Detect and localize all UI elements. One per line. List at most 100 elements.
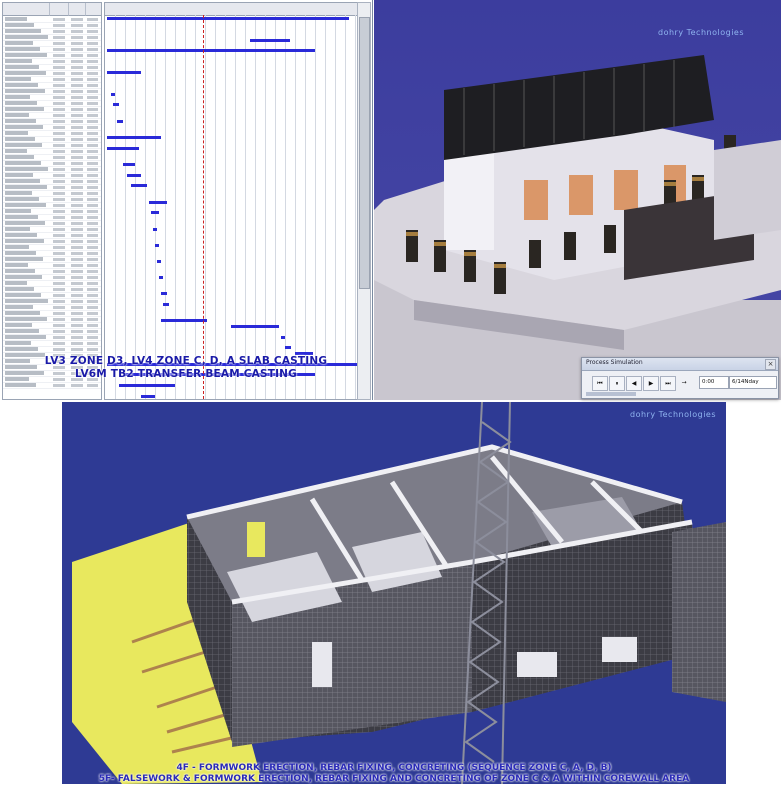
- cell-placeholder: [53, 47, 65, 51]
- gantt-bar[interactable]: [127, 173, 141, 177]
- gantt-bar[interactable]: [107, 17, 349, 20]
- gantt-bar[interactable]: [117, 119, 123, 123]
- cell-placeholder: [5, 281, 27, 285]
- gridline: [325, 15, 326, 399]
- cell-placeholder: [71, 119, 83, 123]
- cell-placeholder: [87, 47, 98, 51]
- gantt-bar[interactable]: [161, 319, 207, 323]
- cell-placeholder: [87, 281, 98, 285]
- cell-placeholder: [5, 71, 46, 75]
- gantt-bar[interactable]: [151, 211, 159, 215]
- cell-placeholder: [5, 215, 38, 219]
- cell-placeholder: [53, 221, 65, 225]
- cell-placeholder: [87, 71, 98, 75]
- time-field[interactable]: 0:00: [699, 376, 729, 389]
- cell-placeholder: [71, 269, 83, 273]
- gantt-bar[interactable]: [285, 346, 291, 350]
- simulation-viewport-top[interactable]: dohry Technologies: [374, 0, 781, 400]
- gantt-bar[interactable]: [107, 135, 161, 139]
- cell-placeholder: [87, 89, 98, 93]
- dialog-titlebar[interactable]: Process Simulation ×: [582, 358, 778, 371]
- gridline: [215, 15, 216, 399]
- cell-placeholder: [87, 383, 98, 387]
- cell-placeholder: [53, 281, 65, 285]
- gantt-bar[interactable]: [141, 395, 155, 398]
- gantt-bar[interactable]: [107, 71, 141, 74]
- cell-placeholder: [87, 113, 98, 117]
- gantt-bar[interactable]: [163, 303, 169, 307]
- cell-placeholder: [5, 53, 47, 57]
- vertical-scrollbar[interactable]: [357, 2, 371, 400]
- cell-placeholder: [87, 227, 98, 231]
- cell-placeholder: [53, 89, 65, 93]
- gantt-bar[interactable]: [113, 103, 119, 107]
- step-back-icon[interactable]: ◀: [626, 376, 642, 391]
- cell-placeholder: [87, 257, 98, 261]
- cell-placeholder: [5, 95, 30, 99]
- cell-placeholder: [87, 317, 98, 321]
- cell-placeholder: [71, 305, 83, 309]
- building-model-bottom: [62, 402, 726, 784]
- cell-placeholder: [53, 347, 65, 351]
- cell-placeholder: [71, 131, 83, 135]
- gridline: [155, 15, 156, 399]
- gantt-bar[interactable]: [157, 260, 161, 263]
- skip-back-icon[interactable]: ⏮: [592, 376, 608, 391]
- cell-placeholder: [53, 323, 65, 327]
- task-row[interactable]: [3, 382, 101, 389]
- column-header-finish[interactable]: [69, 3, 86, 16]
- cell-placeholder: [87, 29, 98, 33]
- cell-placeholder: [87, 329, 98, 333]
- column-header-activity[interactable]: [3, 3, 50, 16]
- gantt-bar[interactable]: [107, 49, 315, 53]
- gantt-bar[interactable]: [281, 335, 285, 339]
- gridline: [295, 15, 296, 399]
- close-icon[interactable]: ×: [765, 359, 776, 370]
- gantt-bar[interactable]: [153, 227, 157, 231]
- gridline: [185, 15, 186, 399]
- gantt-bar[interactable]: [149, 200, 167, 204]
- cell-placeholder: [87, 209, 98, 213]
- gantt-bar[interactable]: [155, 243, 159, 247]
- column-header-start[interactable]: [50, 3, 69, 16]
- cell-placeholder: [53, 341, 65, 345]
- cell-placeholder: [87, 215, 98, 219]
- cell-placeholder: [53, 329, 65, 333]
- gantt-bar[interactable]: [107, 146, 139, 150]
- cell-placeholder: [5, 227, 30, 231]
- date-field[interactable]: 6/14Nday: [729, 376, 777, 389]
- simulation-viewport-bottom[interactable]: dohry Technologies: [62, 402, 726, 784]
- cell-placeholder: [71, 293, 83, 297]
- gridline: [165, 15, 166, 399]
- cell-placeholder: [53, 143, 65, 147]
- gantt-bar[interactable]: [161, 292, 167, 296]
- cell-placeholder: [53, 179, 65, 183]
- cell-placeholder: [87, 311, 98, 315]
- gantt-bar[interactable]: [123, 162, 135, 166]
- gridline: [195, 15, 196, 399]
- gantt-chart-area[interactable]: [104, 2, 358, 400]
- scrollbar-thumb[interactable]: [359, 17, 370, 289]
- cell-placeholder: [53, 317, 65, 321]
- gantt-bar[interactable]: [250, 38, 290, 42]
- skip-forward-icon[interactable]: ⏭: [660, 376, 676, 391]
- caption-line: 4F - FORMWORK ERECTION, REBAR FIXING, CO…: [176, 763, 612, 773]
- cell-placeholder: [53, 263, 65, 267]
- task-grid[interactable]: [2, 2, 102, 400]
- cell-placeholder: [5, 23, 34, 27]
- pause-icon[interactable]: ⏸: [609, 376, 625, 391]
- gantt-bar[interactable]: [159, 276, 163, 280]
- cell-placeholder: [53, 71, 65, 75]
- cell-placeholder: [87, 107, 98, 111]
- gantt-bar[interactable]: [111, 92, 115, 96]
- cell-placeholder: [5, 191, 32, 195]
- play-icon[interactable]: ▶: [643, 376, 659, 391]
- gantt-bar[interactable]: [131, 184, 147, 188]
- cell-placeholder: [71, 323, 83, 327]
- gantt-bar[interactable]: [231, 324, 279, 328]
- cell-placeholder: [71, 275, 83, 279]
- gridline: [255, 15, 256, 399]
- column-header-duration[interactable]: [86, 3, 101, 16]
- gantt-bar[interactable]: [119, 384, 175, 388]
- gridline: [245, 15, 246, 399]
